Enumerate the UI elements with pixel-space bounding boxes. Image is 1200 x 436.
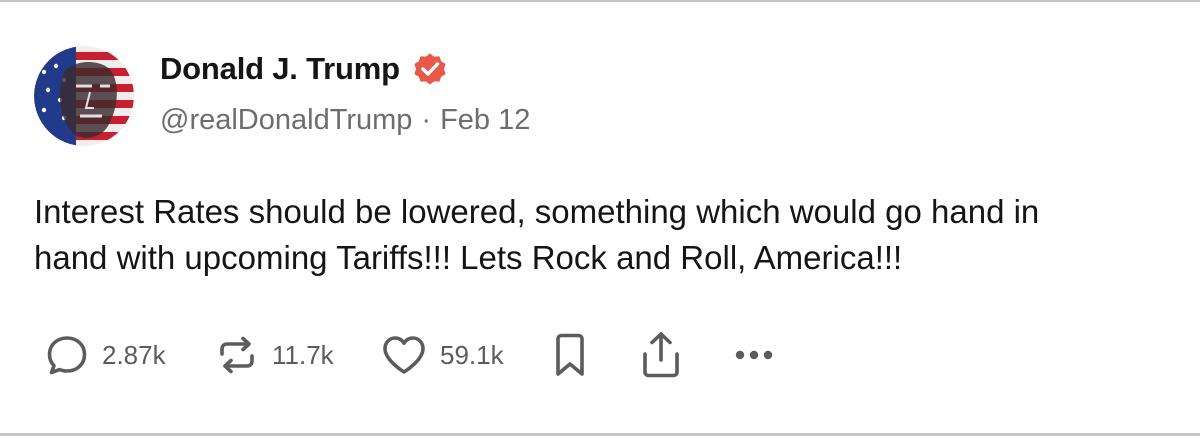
post-action-bar: 2.87k 11.7k 59.1k: [44, 332, 792, 378]
avatar-image: [34, 46, 134, 146]
meta-separator: ·: [421, 104, 432, 136]
author-name-row: Donald J. Trump: [160, 49, 448, 89]
reply-icon: [44, 332, 90, 378]
repost-button[interactable]: 11.7k: [214, 332, 380, 378]
post-body: Interest Rates should be lowered, someth…: [34, 189, 1184, 281]
post-date[interactable]: Feb 12: [440, 104, 530, 137]
post-text-line: hand with upcoming Tariffs!!! Lets Rock …: [34, 239, 903, 276]
avatar[interactable]: [34, 46, 134, 146]
post-card: Donald J. Trump @realDonaldTrump · Feb 1…: [0, 0, 1200, 436]
author-handle[interactable]: @realDonaldTrump: [160, 104, 412, 137]
reply-count: 2.87k: [102, 339, 166, 370]
author-meta-row: @realDonaldTrump · Feb 12: [160, 104, 530, 137]
heart-icon: [380, 332, 428, 378]
share-button[interactable]: [640, 330, 732, 380]
more-icon: [732, 345, 776, 365]
repost-count: 11.7k: [272, 339, 334, 370]
verified-badge-icon: [412, 51, 448, 87]
bookmark-icon: [552, 331, 588, 379]
repost-icon: [214, 332, 260, 378]
more-options-button[interactable]: [732, 345, 792, 365]
author-display-name[interactable]: Donald J. Trump: [160, 51, 400, 87]
like-button[interactable]: 59.1k: [380, 332, 552, 378]
share-icon: [640, 330, 682, 380]
reply-button[interactable]: 2.87k: [44, 332, 214, 378]
like-count: 59.1k: [440, 339, 504, 370]
bookmark-button[interactable]: [552, 331, 640, 379]
post-text-line: Interest Rates should be lowered, someth…: [34, 193, 1040, 230]
